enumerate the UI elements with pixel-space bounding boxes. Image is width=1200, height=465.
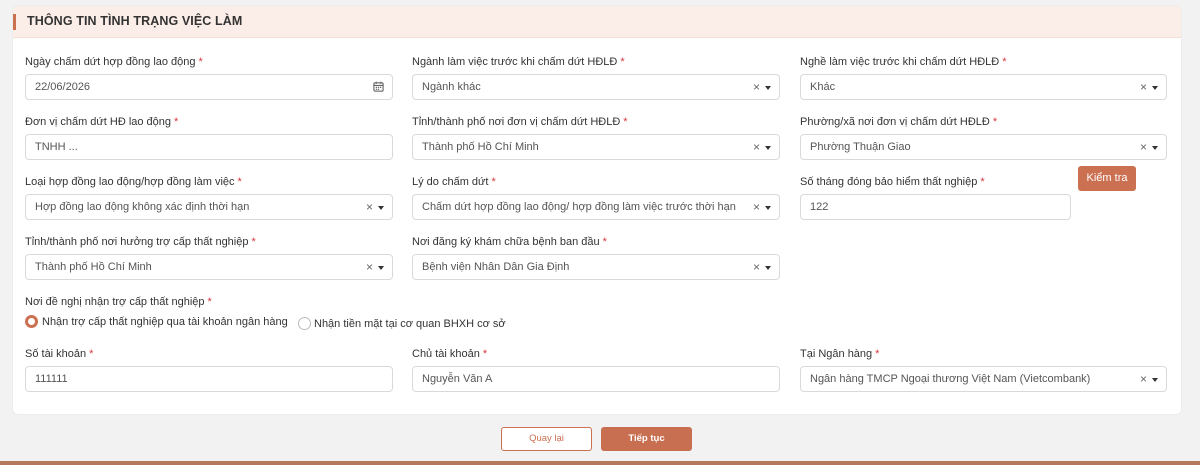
radio-bank-transfer-label[interactable]: Nhận trợ cấp thất nghiệp qua tài khoản n… — [42, 316, 288, 328]
clear-icon[interactable]: × — [753, 80, 760, 94]
radio-cash-label[interactable]: Nhận tiền mặt tại cơ quan BHXH cơ sở — [314, 318, 506, 330]
chevron-down-icon[interactable] — [1152, 146, 1158, 150]
payment-method-label: Nơi đề nghị nhận trợ cấp thất nghiệp * — [25, 296, 212, 308]
insurance-months-label: Số tháng đóng bảo hiểm thất nghiệp * — [800, 176, 985, 188]
termination-date-value: 22/06/2026 — [35, 81, 91, 93]
industry-select[interactable]: Ngành khác × — [412, 74, 780, 100]
account-holder-input[interactable]: Nguyễn Văn A — [412, 366, 780, 392]
chevron-down-icon[interactable] — [1152, 86, 1158, 90]
termination-date-label: Ngày chấm dứt hợp đồng lao động * — [25, 56, 203, 68]
termination-reason-value: Chấm dứt hợp đồng lao động/ hợp đồng làm… — [422, 201, 736, 213]
industry-label: Ngành làm việc trước khi chấm dứt HĐLĐ * — [412, 56, 625, 68]
clear-icon[interactable]: × — [1140, 372, 1147, 386]
chevron-down-icon[interactable] — [378, 206, 384, 210]
health-facility-select[interactable]: Bệnh viện Nhân Dân Gia Định × — [412, 254, 780, 280]
footer-divider — [0, 461, 1200, 465]
radio-cash[interactable] — [298, 317, 311, 330]
account-number-value: 111111 — [35, 373, 68, 385]
termination-date-field[interactable]: 22/06/2026 — [25, 74, 393, 100]
clear-icon[interactable]: × — [753, 200, 760, 214]
radio-bank-transfer[interactable] — [25, 315, 38, 328]
account-holder-label: Chủ tài khoản * — [412, 348, 488, 360]
chevron-down-icon[interactable] — [765, 206, 771, 210]
employer-ward-label: Phường/xã nơi đơn vị chấm dứt HĐLĐ * — [800, 116, 998, 128]
account-holder-value: Nguyễn Văn A — [422, 373, 493, 385]
next-button[interactable]: Tiếp tục — [601, 427, 692, 451]
benefit-province-label: Tỉnh/thành phố nơi hưởng trợ cấp thất ng… — [25, 236, 256, 248]
employer-value: TNHH ... — [35, 141, 78, 153]
clear-icon[interactable]: × — [1140, 80, 1147, 94]
insurance-months-input[interactable]: 122 — [800, 194, 1071, 220]
check-button[interactable]: Kiểm tra — [1078, 166, 1136, 191]
section-title: THÔNG TIN TÌNH TRẠNG VIỆC LÀM — [27, 14, 243, 28]
clear-icon[interactable]: × — [1140, 140, 1147, 154]
chevron-down-icon[interactable] — [378, 266, 384, 270]
chevron-down-icon[interactable] — [765, 86, 771, 90]
clear-icon[interactable]: × — [366, 200, 373, 214]
chevron-down-icon[interactable] — [1152, 378, 1158, 382]
bank-value: Ngân hàng TMCP Ngoại thương Việt Nam (Vi… — [810, 373, 1091, 385]
health-facility-value: Bệnh viện Nhân Dân Gia Định — [422, 261, 570, 273]
account-number-input[interactable]: 111111 — [25, 366, 393, 392]
industry-value: Ngành khác — [422, 81, 481, 93]
chevron-down-icon[interactable] — [765, 146, 771, 150]
employer-province-select[interactable]: Thành phố Hồ Chí Minh × — [412, 134, 780, 160]
termination-reason-label: Lý do chấm dứt * — [412, 176, 496, 188]
employer-label: Đơn vị chấm dứt HĐ lao động * — [25, 116, 179, 128]
health-facility-label: Nơi đăng ký khám chữa bệnh ban đầu * — [412, 236, 607, 248]
calendar-icon[interactable] — [373, 81, 384, 92]
employer-ward-value: Phường Thuận Giao — [810, 141, 911, 153]
chevron-down-icon[interactable] — [765, 266, 771, 270]
bank-select[interactable]: Ngân hàng TMCP Ngoại thương Việt Nam (Vi… — [800, 366, 1167, 392]
occupation-value: Khác — [810, 81, 836, 93]
employer-province-value: Thành phố Hồ Chí Minh — [422, 141, 539, 153]
bank-label: Tại Ngân hàng * — [800, 348, 880, 360]
back-button[interactable]: Quay lại — [501, 427, 592, 451]
benefit-province-value: Thành phố Hồ Chí Minh — [35, 261, 152, 273]
employer-ward-select[interactable]: Phường Thuận Giao × — [800, 134, 1167, 160]
clear-icon[interactable]: × — [753, 260, 760, 274]
clear-icon[interactable]: × — [366, 260, 373, 274]
clear-icon[interactable]: × — [753, 140, 760, 154]
account-number-label: Số tài khoản * — [25, 348, 94, 360]
section-header-accent — [13, 14, 16, 30]
employer-province-label: Tỉnh/thành phố nơi đơn vị chấm dứt HĐLĐ * — [412, 116, 628, 128]
benefit-province-select[interactable]: Thành phố Hồ Chí Minh × — [25, 254, 393, 280]
occupation-label: Nghề làm việc trước khi chấm dứt HĐLĐ * — [800, 56, 1007, 68]
occupation-select[interactable]: Khác × — [800, 74, 1167, 100]
contract-type-value: Hợp đồng lao động không xác định thời hạ… — [35, 201, 250, 213]
termination-reason-select[interactable]: Chấm dứt hợp đồng lao động/ hợp đồng làm… — [412, 194, 780, 220]
contract-type-select[interactable]: Hợp đồng lao động không xác định thời hạ… — [25, 194, 393, 220]
section-header: THÔNG TIN TÌNH TRẠNG VIỆC LÀM — [13, 6, 1181, 38]
contract-type-label: Loại hợp đồng lao động/hợp đồng làm việc… — [25, 176, 242, 188]
insurance-months-value: 122 — [810, 201, 829, 213]
employer-input[interactable]: TNHH ... — [25, 134, 393, 160]
